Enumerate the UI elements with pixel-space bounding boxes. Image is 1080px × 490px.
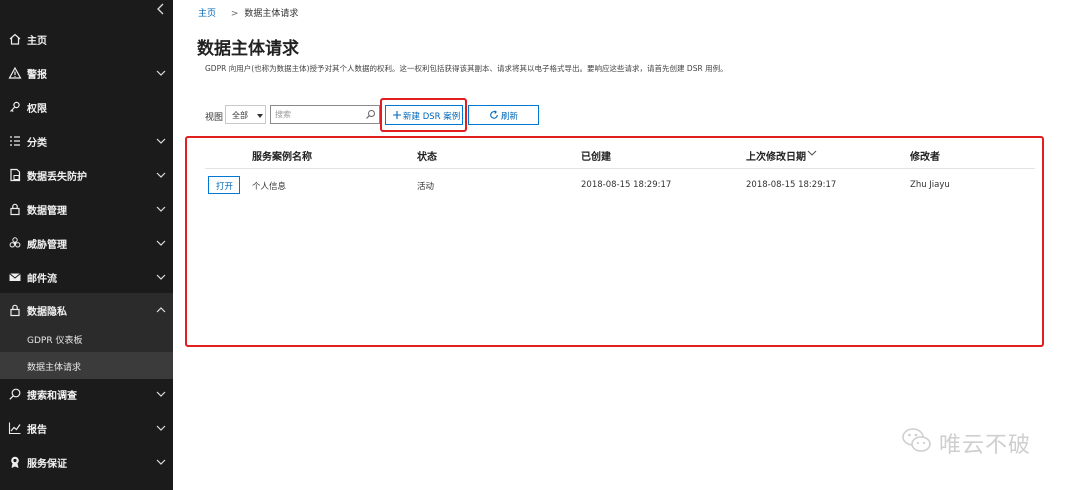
view-select[interactable]: 全部 [225,105,266,124]
chevron-left-icon[interactable] [154,2,168,16]
lock-icon [10,304,20,317]
sidebar-subgroup-data-privacy: GDPR 仪表板 数据主体请求 [0,325,173,379]
sidebar-item-label: 数据丢失防护 [27,171,87,183]
chevron-down-icon [156,459,166,465]
refresh-icon [490,110,498,119]
watermark-text: 唯云不破 [939,433,1032,458]
permissions-icon [10,101,20,113]
view-select-value: 全部 [232,111,248,120]
sidebar-item-label: 报告 [27,424,47,436]
sidebar-item-label: 搜索和调查 [27,390,77,402]
wechat-icon [902,428,931,452]
sidebar-item-alerts[interactable]: 警报 [0,56,173,90]
sidebar-subitem-label: 数据主体请求 [27,363,82,373]
page-title: 数据主体请求 [197,39,299,59]
chevron-down-icon [156,138,166,144]
sidebar-item-data-governance[interactable]: 数据管理 [0,192,173,226]
sidebar-item-label: 数据隐私 [27,306,67,318]
chevron-down-icon [156,240,166,246]
caret-down-icon [257,114,263,118]
chevron-down-icon [156,172,166,178]
chevron-up-icon [156,307,166,313]
sidebar-item-permissions[interactable]: 权限 [0,90,173,124]
breadcrumb-current: 数据主体请求 [244,9,299,19]
sidebar-item-label: 权限 [27,103,47,115]
classification-icon [10,136,20,146]
breadcrumb-home-link[interactable]: 主页 [198,9,216,19]
chevron-down-icon [156,70,166,76]
sidebar-subitem-gdpr-dashboard[interactable]: GDPR 仪表板 [0,325,173,352]
sidebar-item-mail-flow[interactable]: 邮件流 [0,260,173,294]
chevron-down-icon [156,391,166,397]
sidebar-item-classification[interactable]: 分类 [0,124,173,158]
search-icon[interactable] [365,109,376,120]
sidebar-item-dlp[interactable]: 数据丢失防护 [0,158,173,192]
search-icon [9,388,21,400]
refresh-button[interactable]: 刷新 [468,105,539,125]
highlight-box-new-button [380,98,467,132]
sidebar-item-label: 分类 [27,137,47,149]
home-icon [9,33,21,45]
page-description: GDPR 向用户(也称为数据主体)授予对其个人数据的权利。这一权利包括获得该其副… [205,64,728,73]
sidebar-item-label: 警报 [27,69,47,81]
biohazard-icon [9,237,21,248]
sidebar: 主页 警报 权限 分类 数据丢失防护 数据管理 威胁管理 邮件流 数据隐私 GD… [0,0,173,490]
sidebar-item-search-investigation[interactable]: 搜索和调查 [0,377,173,411]
sidebar-item-data-privacy[interactable]: 数据隐私 [0,293,173,327]
sidebar-item-label: 数据管理 [27,205,67,217]
sidebar-subitem-label: GDPR 仪表板 [27,336,83,346]
chevron-down-icon [156,206,166,212]
breadcrumb-separator: > [230,9,239,19]
lock-icon [10,203,20,216]
refresh-label: 刷新 [501,112,519,122]
sidebar-item-home[interactable]: 主页 [0,22,173,56]
search-box[interactable] [270,105,380,124]
sidebar-item-label: 服务保证 [27,458,67,470]
sidebar-item-reports[interactable]: 报告 [0,411,173,445]
breadcrumb: 主页 > 数据主体请求 [198,6,298,19]
sidebar-item-label: 邮件流 [27,273,57,285]
mail-icon [9,273,21,281]
chart-icon [8,422,21,435]
sidebar-item-threat-management[interactable]: 威胁管理 [0,226,173,260]
sidebar-subitem-data-subject-requests[interactable]: 数据主体请求 [0,352,173,379]
view-label: 视图 [205,113,224,123]
dlp-icon [10,168,21,182]
highlight-box-table [185,136,1044,347]
sidebar-item-service-assurance[interactable]: 服务保证 [0,445,173,479]
ribbon-icon [11,456,19,468]
warning-icon [8,66,22,79]
search-input[interactable] [275,108,363,121]
app-root: 主页 警报 权限 分类 数据丢失防护 数据管理 威胁管理 邮件流 数据隐私 GD… [0,0,1080,490]
sidebar-item-label: 主页 [27,35,47,47]
chevron-down-icon [156,274,166,280]
sidebar-item-label: 威胁管理 [27,239,67,251]
chevron-down-icon [156,425,166,431]
